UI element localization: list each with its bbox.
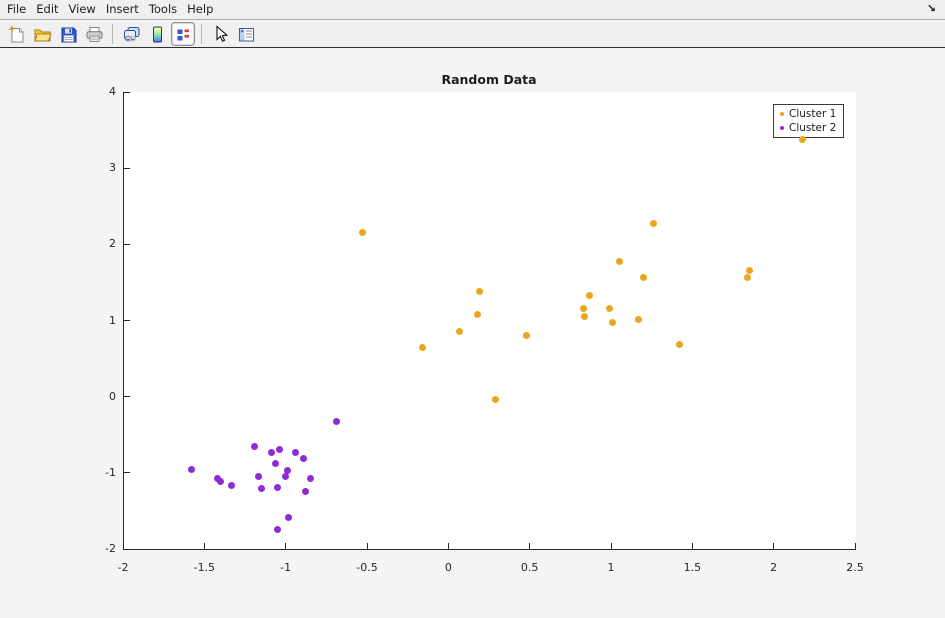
new-figure-button[interactable] (4, 22, 28, 46)
scatter-point-cluster-2 (258, 485, 265, 492)
y-axis-tick (124, 396, 130, 397)
axes-panel-button[interactable] (234, 22, 258, 46)
x-tick-label: 1 (586, 561, 636, 574)
save-icon (59, 25, 78, 44)
scatter-point-cluster-2 (255, 473, 262, 480)
x-tick-label: 0 (423, 561, 473, 574)
menu-item-tools[interactable]: Tools (144, 0, 182, 19)
x-tick-label: 1.5 (667, 561, 717, 574)
legend-marker-icon (780, 126, 784, 130)
scatter-point-cluster-2 (268, 449, 275, 456)
toolbar (0, 21, 945, 48)
y-axis-tick (124, 320, 130, 321)
scatter-point-cluster-2 (300, 455, 307, 462)
legend-toggle-button[interactable] (171, 22, 195, 46)
scatter-point-cluster-1 (359, 229, 366, 236)
x-axis-tick (529, 543, 530, 549)
axes-panel-icon (237, 25, 256, 44)
toolbar-separator (112, 24, 113, 44)
print-icon (85, 25, 104, 44)
x-axis-tick (204, 543, 205, 549)
y-axis-tick (124, 92, 130, 93)
x-tick-label: 0.5 (505, 561, 555, 574)
scatter-point-cluster-2 (292, 449, 299, 456)
colormap-icon (148, 25, 167, 44)
colormap-button[interactable] (145, 22, 169, 46)
y-axis-tick (124, 472, 130, 473)
plot-title: Random Data (123, 72, 855, 88)
scatter-point-cluster-1 (609, 319, 616, 326)
x-axis-tick (855, 543, 856, 549)
duplicate-figure-icon (122, 25, 141, 44)
y-tick-label: 2 (60, 237, 116, 251)
pointer-button[interactable] (208, 22, 232, 46)
x-axis-tick (448, 543, 449, 549)
y-tick-label: -2 (60, 542, 116, 556)
legend-label: Cluster 2 (789, 122, 836, 134)
x-axis-tick (773, 543, 774, 549)
legend-entry-cluster-2: Cluster 2 (777, 121, 839, 135)
legend-entry-cluster-1: Cluster 1 (777, 107, 839, 121)
scatter-point-cluster-2 (302, 488, 309, 495)
x-tick-label: -1 (261, 561, 311, 574)
scatter-point-cluster-1 (616, 258, 623, 265)
x-tick-label: -0.5 (342, 561, 392, 574)
x-tick-label: -2 (98, 561, 148, 574)
plot-legend[interactable]: Cluster 1 Cluster 2 (773, 104, 844, 138)
scatter-point-cluster-1 (650, 220, 657, 227)
scatter-point-cluster-2 (188, 466, 195, 473)
scatter-point-cluster-1 (474, 311, 481, 318)
figure-area: Random Data Cluster 1 Cluster 2 -2 -1.5 -1 -… (0, 49, 945, 618)
toolbar-separator (201, 24, 202, 44)
menu-item-insert[interactable]: Insert (101, 0, 144, 19)
scatter-point-cluster-1 (676, 341, 683, 348)
scatter-point-cluster-1 (456, 328, 463, 335)
new-figure-icon (7, 25, 26, 44)
x-axis-tick (285, 543, 286, 549)
y-axis-tick (124, 244, 130, 245)
open-file-button[interactable] (30, 22, 54, 46)
y-tick-label: 0 (60, 390, 116, 404)
legend-label: Cluster 1 (789, 108, 836, 120)
legend-toggle-icon (174, 25, 193, 44)
menu-item-help[interactable]: Help (182, 0, 218, 19)
scatter-point-cluster-2 (274, 526, 281, 533)
menu-item-view[interactable]: View (64, 0, 101, 19)
duplicate-figure-button[interactable] (119, 22, 143, 46)
y-tick-label: 1 (60, 314, 116, 328)
scatter-point-cluster-1 (580, 305, 587, 312)
pointer-icon (211, 25, 230, 44)
y-tick-label: 3 (60, 161, 116, 175)
legend-marker-icon (780, 112, 784, 116)
menu-item-file[interactable]: File (2, 0, 31, 19)
x-axis-tick (611, 543, 612, 549)
y-tick-label: 4 (60, 85, 116, 99)
scatter-point-cluster-1 (606, 305, 613, 312)
menu-bar: FileEditViewInsertToolsHelp (0, 0, 945, 20)
scatter-point-cluster-2 (307, 475, 314, 482)
x-tick-label: 2.5 (830, 561, 880, 574)
scatter-point-cluster-1 (476, 288, 483, 295)
scatter-point-cluster-1 (744, 274, 751, 281)
x-tick-label: -1.5 (179, 561, 229, 574)
figure-window: FileEditViewInsertToolsHelp ↘ Random Dat… (0, 0, 945, 618)
menu-item-edit[interactable]: Edit (31, 0, 63, 19)
x-axis-tick (692, 543, 693, 549)
scatter-point-cluster-2 (274, 484, 281, 491)
y-axis-tick (124, 549, 130, 550)
y-axis-tick (124, 168, 130, 169)
scatter-point-cluster-2 (333, 418, 340, 425)
save-button[interactable] (56, 22, 80, 46)
print-button[interactable] (82, 22, 106, 46)
scatter-point-cluster-2 (285, 514, 292, 521)
open-file-icon (33, 25, 52, 44)
plot-axes[interactable] (123, 92, 856, 550)
x-tick-label: 2 (749, 561, 799, 574)
x-axis-tick (367, 543, 368, 549)
undock-arrow-icon[interactable]: ↘ (927, 0, 936, 18)
y-tick-label: -1 (60, 466, 116, 480)
